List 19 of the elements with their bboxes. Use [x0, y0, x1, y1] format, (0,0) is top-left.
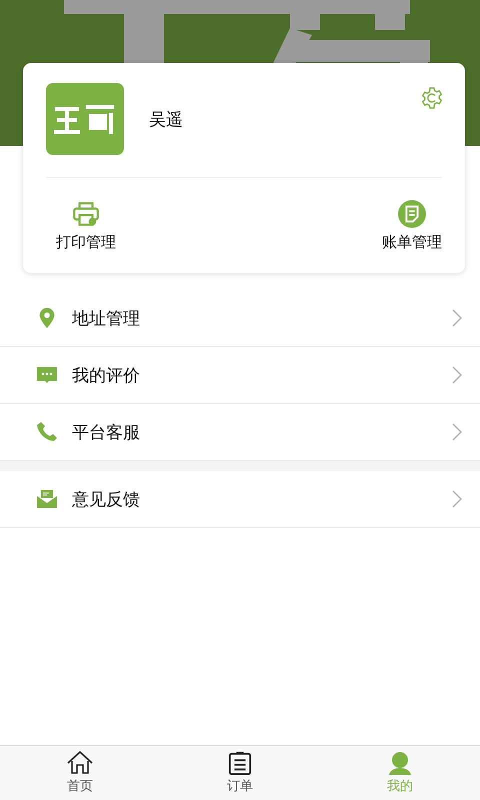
chevron-right-icon [452, 490, 462, 508]
printer-icon [72, 200, 100, 228]
phone-icon [36, 421, 58, 443]
home-icon [67, 751, 93, 775]
chevron-right-icon [452, 309, 462, 327]
action-button[interactable]: 打印管理 [56, 200, 116, 252]
menu-item[interactable]: 我的评价 [0, 347, 480, 404]
clipboard-icon [227, 751, 253, 775]
tab[interactable]: 首页 [0, 746, 160, 800]
person-icon [387, 751, 413, 775]
menu-item[interactable]: 地址管理 [0, 290, 480, 347]
action-button[interactable]: 账单管理 [382, 200, 442, 252]
chat-icon [36, 364, 58, 386]
tab[interactable]: 订单 [160, 746, 320, 800]
chevron-right-icon [452, 366, 462, 384]
menu-item[interactable]: 意见反馈 [0, 471, 480, 528]
envelope-icon [36, 488, 58, 510]
document-icon [398, 200, 426, 228]
chevron-right-icon [452, 423, 462, 441]
